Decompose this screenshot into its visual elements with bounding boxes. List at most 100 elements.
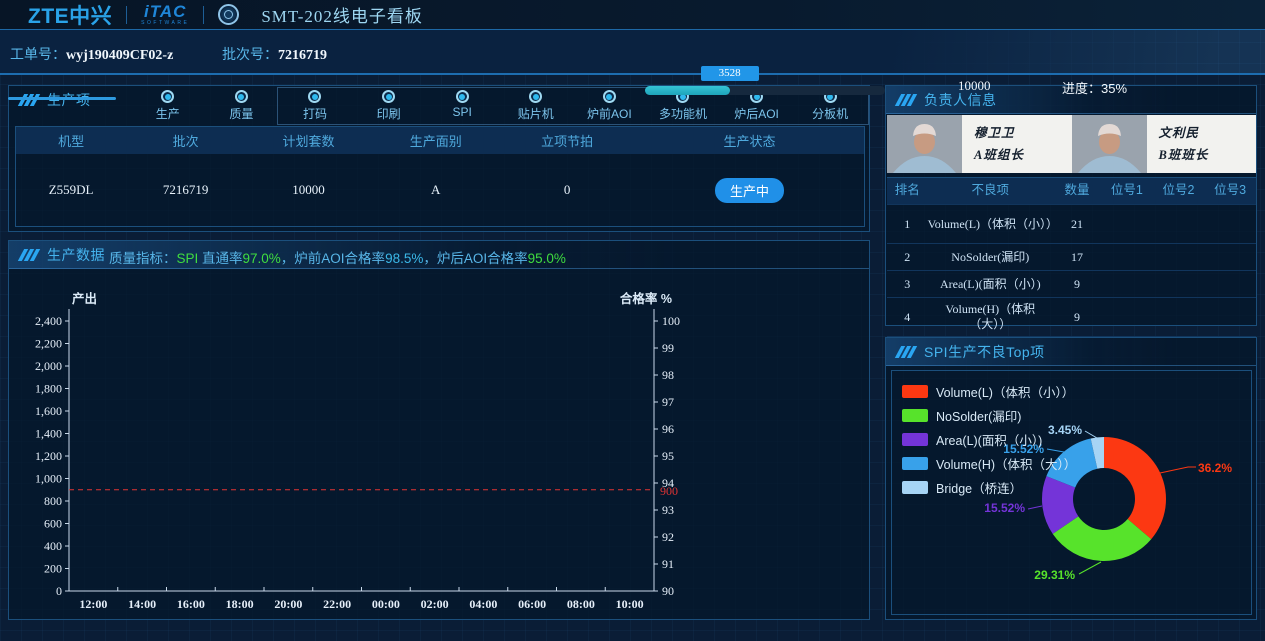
production-table-row: Z559DL721671910000A0生产中 [16, 154, 864, 226]
defect-cell: 9 [1053, 310, 1101, 325]
svg-text:10:00: 10:00 [616, 597, 644, 611]
legend-label: Bridge（桥连） [936, 478, 1022, 497]
header-divider [203, 6, 204, 24]
svg-text:93: 93 [662, 503, 674, 517]
prod-column-header: 生产面别 [372, 131, 499, 150]
work-order-bar: 工单号：wyj190409CF02-z 批次号：7216719 3528 100… [0, 30, 1265, 75]
defect-column-header: 不良项 [928, 183, 1053, 199]
legend-swatch-icon [902, 433, 928, 446]
station-炉前AOI[interactable]: 炉前AOI [573, 90, 647, 124]
seal-emblem-icon [218, 4, 239, 25]
svg-text:08:00: 08:00 [567, 597, 595, 611]
quality-segment: ， [423, 251, 437, 266]
svg-text:600: 600 [44, 517, 62, 531]
svg-text:90: 90 [662, 584, 674, 598]
defect-table: 排名不良项数量位号1位号2位号3 1Volume(L)（体积（小））212NoS… [887, 177, 1256, 325]
supervisor-panel: 负责人信息 穆卫卫A班组长文利民B班班长 排名不良项数量位号1位号2位号3 1V… [885, 85, 1257, 326]
prod-cell: A [372, 182, 499, 198]
quality-metrics: 质量指标：SPI 直通率97.0%，炉前AOI合格率98.5%，炉后AOI合格率… [109, 247, 566, 267]
supervisor-name: 文利民B班班长 [1159, 122, 1209, 167]
station-打码[interactable]: 打码 [278, 90, 352, 124]
production-items-panel: 生产项 生产质量打码印刷SPI贴片机炉前AOI多功能机炉后AOI分板机 机型批次… [8, 85, 870, 232]
svg-text:2,400: 2,400 [35, 314, 62, 328]
station-贴片机[interactable]: 贴片机 [499, 90, 573, 124]
panel-title-icon [898, 94, 916, 106]
svg-text:04:00: 04:00 [469, 597, 497, 611]
supervisor-name-line: 文利民 [1159, 122, 1209, 145]
zte-logo: ZTE中兴 [28, 0, 112, 30]
legend-item[interactable]: Volume(H)（体积（大）） [902, 451, 1076, 475]
svg-text:06:00: 06:00 [518, 597, 546, 611]
progress-percent-text: 进度：35% [1062, 78, 1127, 97]
svg-text:100: 100 [662, 314, 680, 328]
station-label: 打码 [303, 105, 327, 122]
station-印刷[interactable]: 印刷 [352, 90, 426, 124]
spi-defects-header: SPI生产不良Top项 [886, 338, 1256, 366]
prod-cell: 10000 [245, 182, 372, 198]
legend-item[interactable]: NoSolder(漏印) [902, 403, 1076, 427]
legend-item[interactable]: Bridge（桥连） [902, 475, 1076, 499]
svg-text:1,400: 1,400 [35, 427, 62, 441]
svg-text:14:00: 14:00 [128, 597, 156, 611]
spi-chart-box: 36.2%29.31%15.52%15.52%3.45% Volume(L)（体… [891, 370, 1252, 615]
defect-cell: 17 [1053, 250, 1101, 265]
defect-cell: 1 [887, 217, 928, 232]
legend-label: Volume(H)（体积（大）） [936, 454, 1076, 473]
supervisor-role-line: A班组长 [974, 144, 1024, 167]
work-order-value: wyj190409CF02-z [66, 48, 173, 63]
defect-table-row: 1Volume(L)（体积（小））21 [887, 205, 1256, 244]
station-status-icon [161, 90, 174, 103]
production-data-panel: 生产数据 质量指标：SPI 直通率97.0%，炉前AOI合格率98.5%，炉后A… [8, 240, 870, 620]
production-data-title: 生产数据 [47, 245, 105, 265]
svg-text:12:00: 12:00 [79, 597, 107, 611]
station-status-icon [603, 90, 616, 103]
production-status-badge[interactable]: 生产中 [715, 178, 784, 203]
svg-text:合格率 %: 合格率 % [620, 291, 672, 306]
prod-cell: 0 [499, 182, 635, 198]
quality-segment: ， [281, 251, 295, 266]
station-SPI[interactable]: SPI [425, 90, 499, 124]
station-label: 分板机 [812, 105, 848, 122]
svg-text:2,000: 2,000 [35, 359, 62, 373]
production-data-header: 生产数据 质量指标：SPI 直通率97.0%，炉前AOI合格率98.5%，炉后A… [9, 241, 869, 269]
station-质量[interactable]: 质量 [205, 90, 279, 124]
batch-label: 批次号： [222, 46, 278, 62]
production-items-title: 生产项 [47, 90, 91, 110]
svg-text:1,800: 1,800 [35, 382, 62, 396]
legend-item[interactable]: Area(L)(面积（小）) [902, 427, 1076, 451]
svg-text:16:00: 16:00 [177, 597, 205, 611]
defect-cell: 9 [1053, 277, 1101, 292]
header-divider [126, 6, 127, 24]
svg-text:18:00: 18:00 [226, 597, 254, 611]
station-label: 贴片机 [518, 105, 554, 122]
quality-segment: 直通率 [202, 251, 243, 266]
supervisor-card: 文利民B班班长 [1072, 115, 1257, 173]
supervisor-name-line: 穆卫卫 [974, 122, 1024, 145]
defect-cell: 2 [887, 250, 928, 265]
legend-label: Volume(L)（体积（小）） [936, 382, 1074, 401]
defect-cell: Volume(L)（体积（小）） [928, 217, 1053, 232]
progress-fill [645, 86, 730, 95]
defect-column-header: 位号2 [1153, 183, 1205, 199]
defect-table-row: 3Area(L)(面积（小）)9 [887, 271, 1256, 298]
supervisor-name: 穆卫卫A班组长 [974, 122, 1024, 167]
svg-text:1,000: 1,000 [35, 472, 62, 486]
station-status-icon [308, 90, 321, 103]
station-label: 炉前AOI [587, 105, 632, 122]
station-生产[interactable]: 生产 [131, 90, 205, 124]
legend-item[interactable]: Volume(L)（体积（小）） [902, 379, 1076, 403]
prod-column-header: 立项节拍 [499, 131, 635, 150]
production-output-chart: 02004006008001,0001,2001,4001,6001,8002,… [17, 281, 863, 615]
legend-swatch-icon [902, 481, 928, 494]
prod-column-header: 批次 [126, 131, 245, 150]
defect-cell: Volume(H)（体积（大）） [928, 302, 1053, 332]
legend-swatch-icon [902, 409, 928, 422]
itac-logo: iTAC SOFTWARE [141, 3, 189, 26]
station-status-icon [235, 90, 248, 103]
donut-slice[interactable] [1104, 437, 1166, 539]
supervisor-role-line: B班班长 [1159, 144, 1209, 167]
production-table: 机型批次计划套数生产面别立项节拍生产状态 Z559DL721671910000A… [15, 126, 865, 227]
itac-logo-text: iTAC [144, 3, 186, 20]
legend-swatch-icon [902, 385, 928, 398]
station-status-icon [456, 90, 469, 103]
